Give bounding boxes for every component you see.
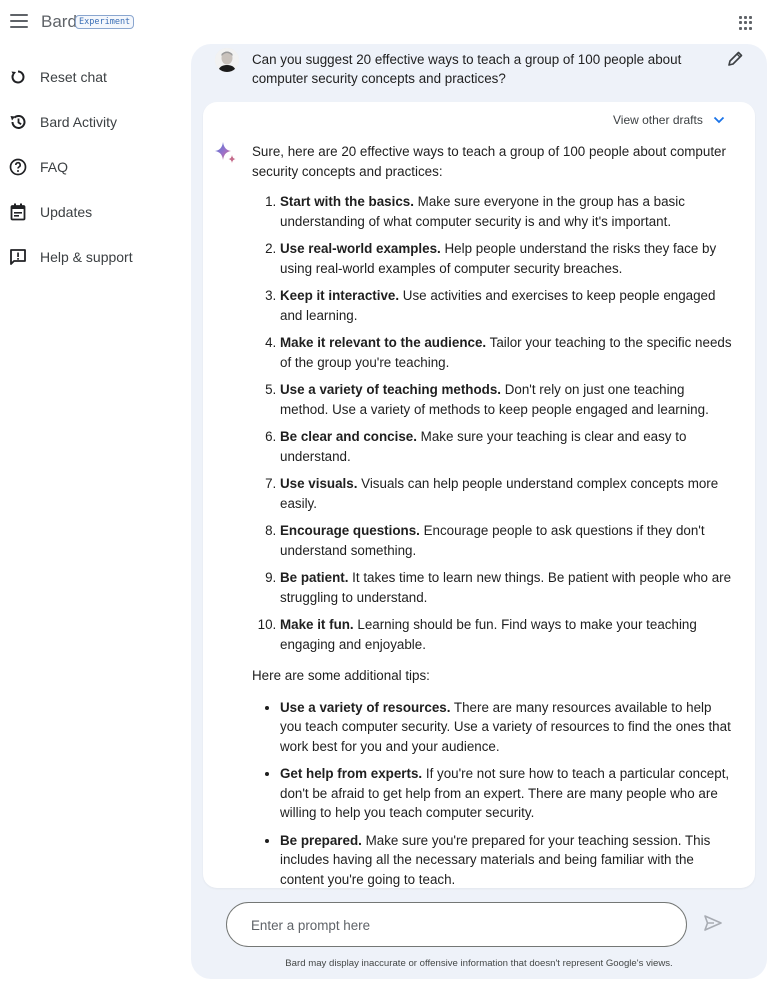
sidebar-item-bard-activity[interactable]: Bard Activity xyxy=(0,104,185,140)
list-item: Get help from experts. If you're not sur… xyxy=(280,764,732,823)
list-item: Keep it interactive. Use activities and … xyxy=(280,286,732,325)
sidebar-item-label: Reset chat xyxy=(40,69,107,85)
sidebar-item-updates[interactable]: Updates xyxy=(0,194,185,230)
view-other-drafts-button[interactable]: View other drafts xyxy=(613,113,725,127)
numbered-list: Start with the basics. Make sure everyon… xyxy=(280,192,732,654)
list-item-title: Make it fun. xyxy=(280,617,354,632)
chat-panel: Can you suggest 20 effective ways to tea… xyxy=(191,44,767,979)
list-item-title: Use a variety of resources. xyxy=(280,699,451,715)
history-icon xyxy=(8,112,28,132)
list-item-text: It takes time to learn new things. Be pa… xyxy=(280,570,732,605)
top-bar: Bard Experiment xyxy=(0,0,770,46)
list-item: Start with the basics. Make sure everyon… xyxy=(280,192,732,231)
list-item: Be patient. It takes time to learn new t… xyxy=(280,568,732,607)
list-item: Use a variety of resources. There are ma… xyxy=(280,698,732,757)
sidebar-item-reset-chat[interactable]: Reset chat xyxy=(0,59,185,95)
sidebar-item-label: Bard Activity xyxy=(40,114,118,130)
list-item-title: Get help from experts. xyxy=(280,766,423,781)
list-item: Use real-world examples. Help people und… xyxy=(280,239,732,278)
calendar-icon xyxy=(8,202,28,222)
help-circle-icon xyxy=(8,157,28,177)
response-body: Sure, here are 20 effective ways to teac… xyxy=(252,142,732,888)
sidebar-item-label: Help & support xyxy=(40,249,133,265)
list-item-title: Be clear and concise. xyxy=(280,429,417,444)
bullet-list: Use a variety of resources. There are ma… xyxy=(280,698,732,889)
list-item: Use visuals. Visuals can help people und… xyxy=(280,474,732,513)
hamburger-menu-icon[interactable] xyxy=(10,14,28,28)
list-item: Be clear and concise. Make sure your tea… xyxy=(280,427,732,466)
response-intro: Sure, here are 20 effective ways to teac… xyxy=(252,144,726,179)
response-card: View other drafts Sure, here are 20 effe… xyxy=(203,102,755,888)
list-item-title: Encourage questions. xyxy=(280,523,420,538)
sidebar-item-label: FAQ xyxy=(40,159,69,175)
prompt-text: Can you suggest 20 effective ways to tea… xyxy=(252,52,682,86)
list-item-title: Keep it interactive. xyxy=(280,288,400,303)
send-icon[interactable] xyxy=(703,914,723,932)
chevron-down-icon xyxy=(713,116,724,124)
list-item: Use a variety of teaching methods. Don't… xyxy=(280,380,732,419)
list-item: Make it fun. Learning should be fun. Fin… xyxy=(280,615,732,654)
app-name: Bard xyxy=(41,12,77,31)
list-item-title: Use real-world examples. xyxy=(280,241,441,256)
list-item: Be prepared. Make sure you're prepared f… xyxy=(280,831,732,889)
pencil-icon[interactable] xyxy=(726,50,744,68)
list-item-title: Make it relevant to the audience. xyxy=(280,335,487,350)
feedback-icon xyxy=(8,247,28,267)
experiment-badge: Experiment xyxy=(75,15,135,29)
reset-icon xyxy=(8,67,28,87)
sidebar-item-label: Updates xyxy=(40,204,93,220)
bard-sparkle-icon xyxy=(213,140,237,166)
prompt-input[interactable] xyxy=(251,915,661,935)
list-item-title: Be patient. xyxy=(280,570,349,585)
tips-heading: Here are some additional tips: xyxy=(252,668,430,683)
list-item-title: Use a variety of teaching methods. xyxy=(280,382,502,397)
list-item: Make it relevant to the audience. Tailor… xyxy=(280,333,732,372)
user-prompt: Can you suggest 20 effective ways to tea… xyxy=(191,44,767,102)
list-item-title: Start with the basics. xyxy=(280,194,414,209)
google-apps-grid-icon[interactable] xyxy=(739,16,753,30)
list-item: Encourage questions. Encourage people to… xyxy=(280,521,732,560)
disclaimer: Bard may display inaccurate or offensive… xyxy=(285,958,673,969)
sidebar-item-faq[interactable]: FAQ xyxy=(0,149,185,185)
list-item-title: Use visuals. xyxy=(280,476,358,491)
sidebar-item-help-support[interactable]: Help & support xyxy=(0,239,185,275)
prompt-input-container[interactable] xyxy=(226,902,687,947)
view-drafts-label: View other drafts xyxy=(613,113,703,127)
list-item-title: Be prepared. xyxy=(280,832,362,848)
user-avatar xyxy=(215,48,239,72)
